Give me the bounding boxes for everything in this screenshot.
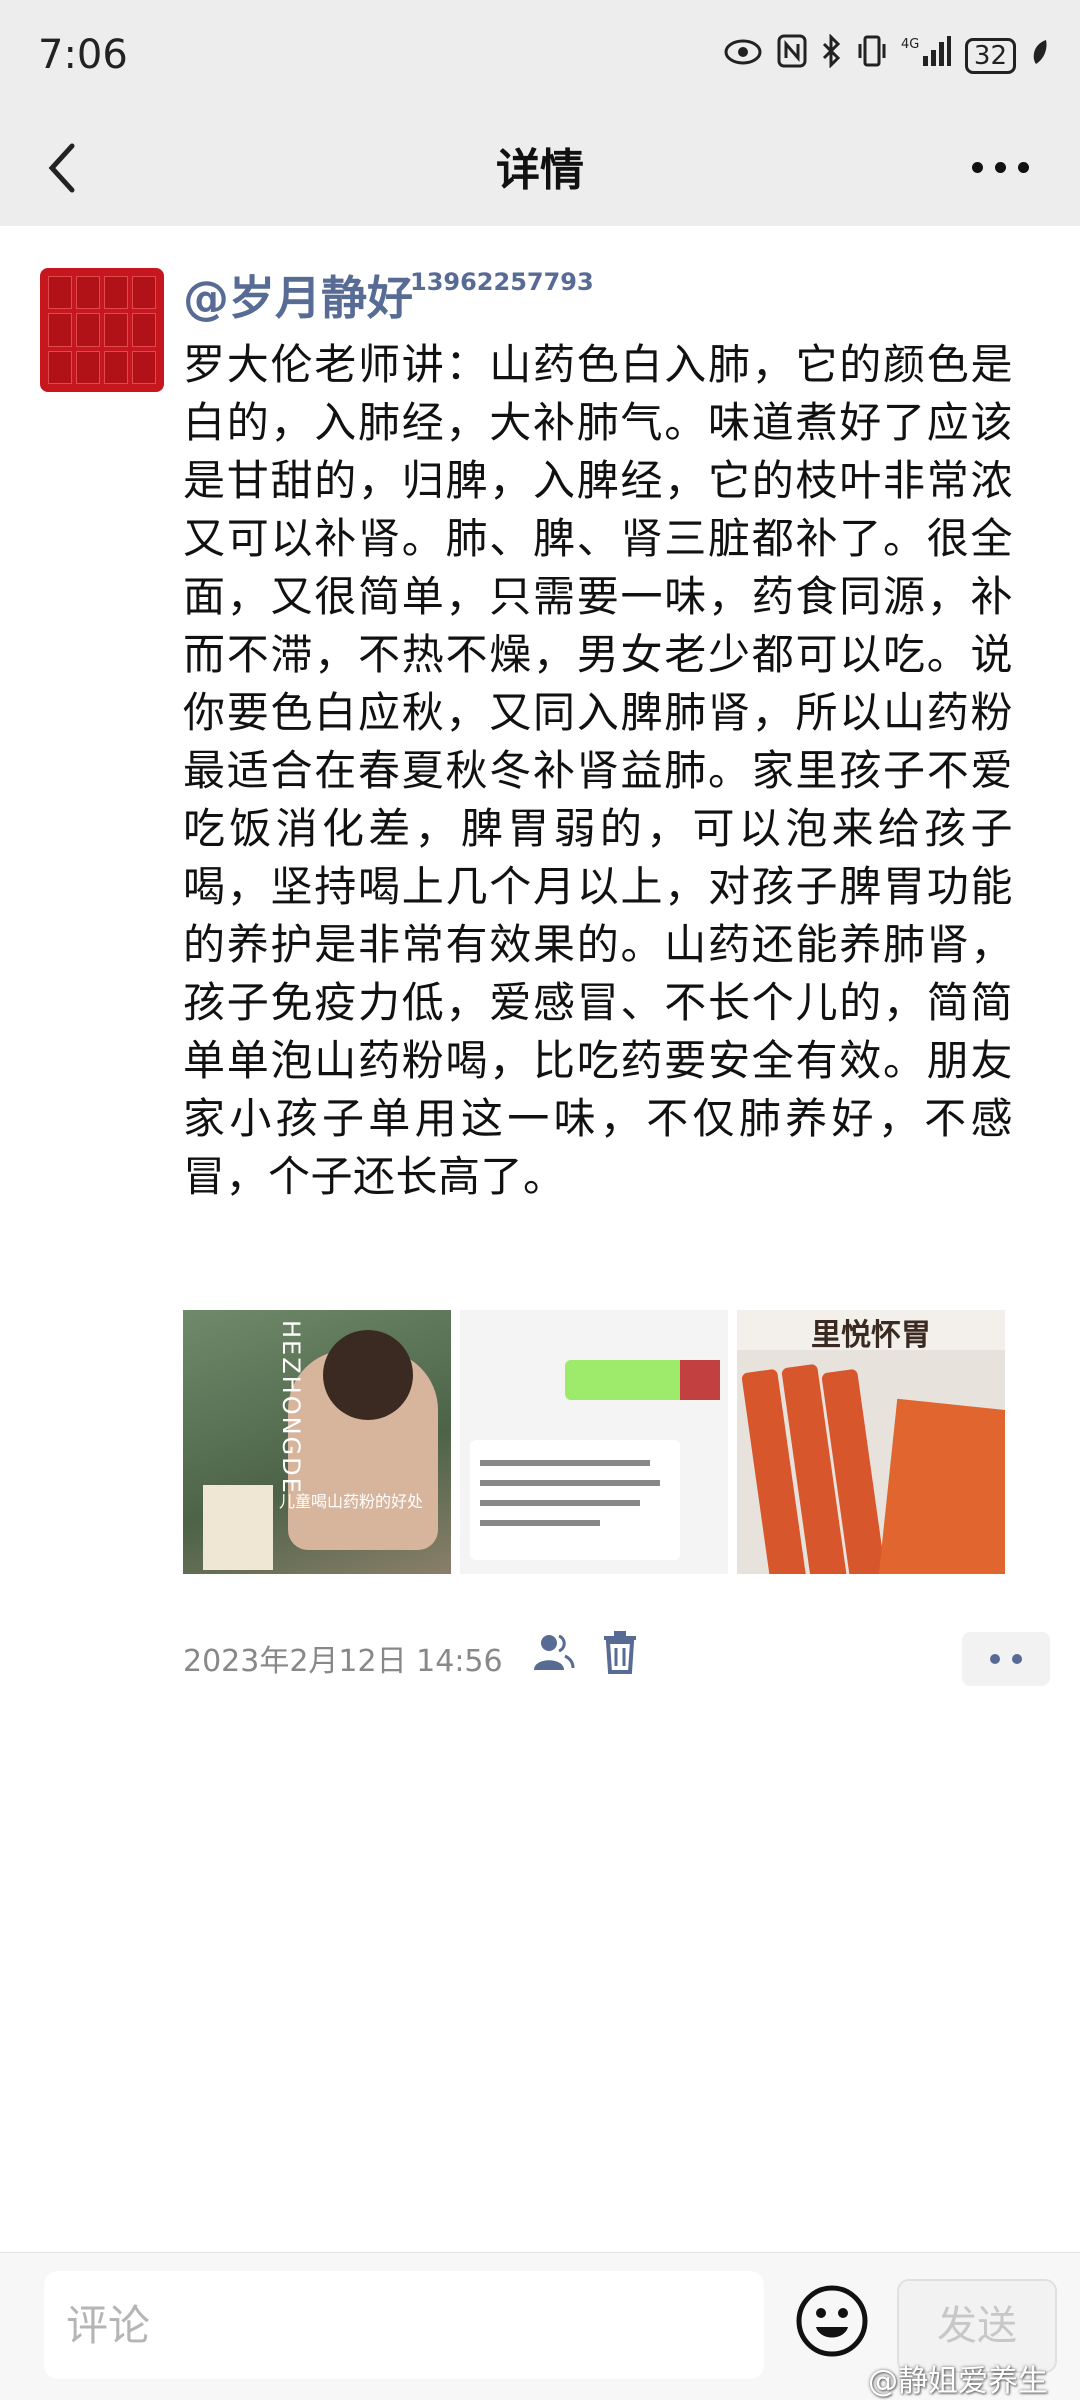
bluetooth-icon bbox=[821, 33, 843, 77]
more-dot bbox=[990, 1654, 1000, 1664]
more-dot bbox=[1012, 1654, 1022, 1664]
more-dot bbox=[994, 161, 1006, 173]
more-dot bbox=[1017, 161, 1029, 173]
page-title: 详情 bbox=[496, 145, 584, 196]
nav-bar: 详情 bbox=[0, 110, 1080, 226]
photo-thumbnail-1[interactable]: HEZHONGDE 儿童喝山药粉的好处 bbox=[183, 1310, 451, 1574]
post-text: 罗大伦老师讲：山药色白入肺，它的颜色是白的，入肺经，大补肺气。味道煮好了应该是甘… bbox=[183, 340, 1013, 1201]
signal-label: 4G bbox=[901, 37, 919, 52]
avatar[interactable] bbox=[40, 268, 164, 392]
more-options-button[interactable] bbox=[960, 152, 1040, 182]
status-bar: 7:06 4G 32 bbox=[0, 0, 1080, 110]
status-time: 7:06 bbox=[38, 32, 128, 78]
vibrate-icon bbox=[857, 34, 887, 77]
author-name[interactable]: @岁月静好 bbox=[183, 262, 413, 328]
photo-caption: 儿童喝山药粉的好处 bbox=[279, 1492, 424, 1511]
photo-brand-text: HEZHONGDE bbox=[277, 1320, 305, 1495]
watermark: @静姐爱养生 bbox=[868, 2364, 1048, 2399]
photo-thumbnail-2[interactable] bbox=[460, 1310, 728, 1574]
smiley-icon bbox=[796, 2285, 868, 2357]
battery-indicator: 32 bbox=[964, 37, 1016, 74]
emoji-button[interactable] bbox=[794, 2283, 870, 2359]
photo-header-text: 里悦怀胃 bbox=[737, 1310, 1005, 1353]
delete-icon[interactable] bbox=[600, 1630, 640, 1674]
signal-icon: 4G bbox=[901, 34, 951, 77]
leaf-icon bbox=[1030, 36, 1050, 76]
post-timestamp: 2023年2月12日 14:56 bbox=[183, 1644, 503, 1679]
more-dot bbox=[971, 161, 983, 173]
status-icons: 4G 32 bbox=[723, 33, 1050, 77]
comment-input[interactable] bbox=[44, 2271, 764, 2379]
eye-icon bbox=[723, 36, 763, 76]
photo-grid: HEZHONGDE 儿童喝山药粉的好处 里悦怀胃 bbox=[183, 1310, 1005, 1574]
post-more-button[interactable] bbox=[962, 1632, 1050, 1686]
nfc-icon bbox=[777, 34, 807, 77]
photo-thumbnail-3[interactable]: 里悦怀胃 bbox=[737, 1310, 1005, 1574]
author-phone: 13962257793 bbox=[410, 268, 594, 296]
visibility-people-icon[interactable] bbox=[531, 1632, 575, 1672]
